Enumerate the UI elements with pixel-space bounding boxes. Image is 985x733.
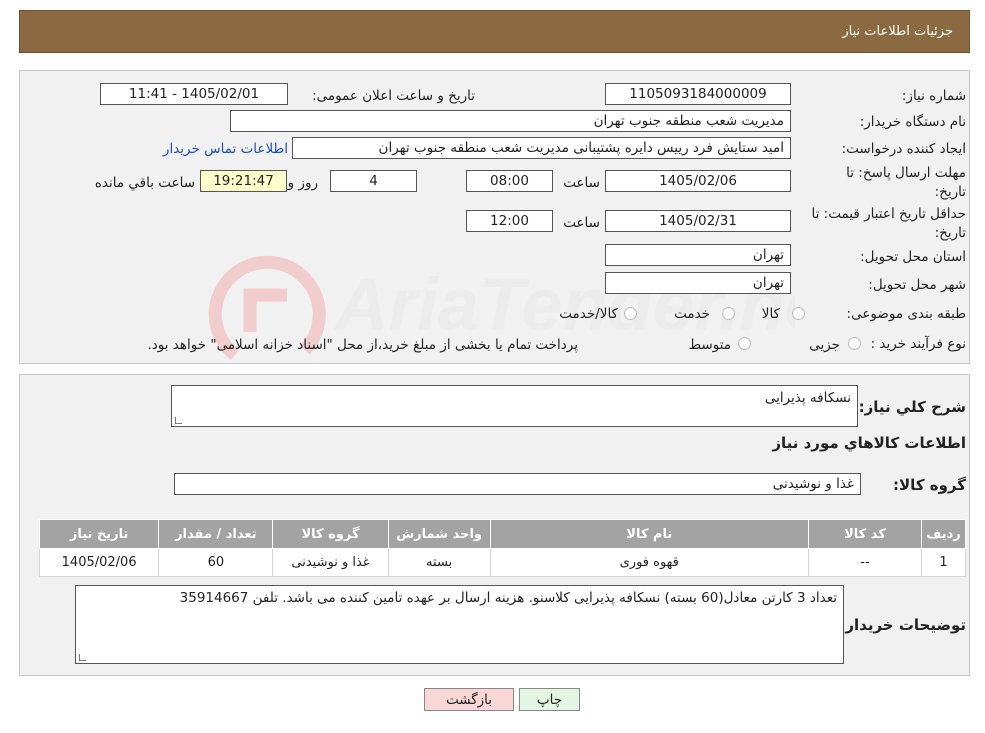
page-title: جزئیات اطلاعات نیاز — [842, 24, 953, 39]
col-header-group: گروه كالا — [272, 519, 389, 549]
reply-time-label: ساعت — [563, 175, 600, 191]
price-validity-label: حداقل تاریخ اعتبار قیمت: تا تاریخ: — [811, 206, 966, 241]
summary-label: شرح كلي نياز: — [858, 398, 966, 416]
validity-time-label: ساعت — [563, 215, 600, 231]
category-option-goods-service: کالا/خدمت — [559, 306, 618, 322]
category-radio-goods-service[interactable] — [624, 307, 637, 320]
process-option-medium: متوسط — [688, 337, 731, 353]
col-header-quantity: تعداد / مقدار — [158, 519, 274, 549]
back-button[interactable]: بازگشت — [424, 688, 514, 711]
category-option-goods: کالا — [761, 306, 780, 322]
category-label: طبقه بندی موضوعی: — [846, 306, 966, 322]
category-radio-service[interactable] — [722, 307, 735, 320]
buyer-org-field: مدیریت شعب منطقه جنوب تهران — [230, 110, 791, 132]
goods-table: رديف كد كالا نام كالا واحد شمارش گروه كا… — [38, 519, 966, 577]
print-button[interactable]: چاپ — [519, 688, 580, 711]
reply-time-field: 08:00 — [466, 170, 553, 192]
reply-deadline-label: مهلت ارسال پاسخ: تا تاریخ: — [846, 165, 966, 200]
requester-field: امید ستایش فرد رییس دایره پشتیبانی مدیری… — [292, 137, 791, 159]
group-label: گروه کالا: — [893, 476, 966, 494]
reply-date-field: 1405/02/06 — [605, 170, 791, 192]
remaining-time-field: 19:21:47 — [200, 170, 287, 192]
table-header-row: رديف كد كالا نام كالا واحد شمارش گروه كا… — [38, 519, 966, 549]
province-label: استان محل تحویل: — [860, 249, 966, 265]
days-field: 4 — [330, 170, 417, 192]
need-number-field: 1105093184000009 — [605, 83, 791, 105]
cell-unit: بسته — [387, 548, 491, 577]
col-header-need-date: تاريخ نياز — [38, 519, 160, 549]
buyer-org-label: نام دستگاه خریدار: — [859, 114, 966, 130]
city-field: تهران — [605, 272, 791, 294]
province-field: تهران — [605, 244, 791, 266]
resize-handle-icon[interactable] — [175, 417, 182, 424]
col-header-unit: واحد شمارش — [387, 519, 491, 549]
process-radio-minor[interactable] — [848, 337, 861, 350]
summary-field[interactable]: نسکافه پذیرایی — [171, 385, 858, 427]
col-header-name: نام كالا — [489, 519, 809, 549]
process-type-label: نوع فرآیند خرید : — [870, 336, 966, 352]
announce-date-field: 1405/02/01 - 11:41 — [100, 83, 288, 105]
category-radio-goods[interactable] — [792, 307, 805, 320]
process-note: پرداخت تمام یا بخشی از مبلغ خرید،از محل … — [147, 337, 578, 353]
process-option-minor: جزیی — [809, 337, 840, 353]
goods-heading: اطلاعات كالاهاي مورد نياز — [772, 434, 966, 452]
requester-label: ایجاد کننده درخواست: — [841, 141, 966, 157]
buyer-contact-link[interactable]: اطلاعات تماس خریدار — [163, 141, 288, 157]
announce-date-label: تاریخ و ساعت اعلان عمومی: — [312, 88, 475, 104]
table-row: 1 -- قهوه فوری بسته غذا و نوشیدنی 60 140… — [38, 548, 966, 577]
buyer-notes-field[interactable]: تعداد 3 کارتن معادل(60 بسته) نسکافه پذیر… — [75, 585, 844, 664]
city-label: شهر محل تحویل: — [868, 277, 966, 293]
process-radio-medium[interactable] — [738, 337, 751, 350]
category-option-service: خدمت — [674, 306, 710, 322]
page-header: جزئیات اطلاعات نیاز — [19, 10, 970, 53]
need-number-label: شماره نیاز: — [901, 88, 966, 104]
buyer-notes-text: تعداد 3 کارتن معادل(60 بسته) نسکافه پذیر… — [179, 590, 837, 606]
validity-time-field: 12:00 — [466, 210, 553, 232]
col-header-code: كد كالا — [807, 519, 923, 549]
col-header-row-number: رديف — [921, 519, 966, 549]
cell-name: قهوه فوری — [489, 548, 809, 577]
buyer-notes-label: توضیحات خریدار: — [839, 616, 966, 634]
cell-quantity: 60 — [158, 548, 274, 577]
resize-handle-icon[interactable] — [79, 654, 86, 661]
cell-row-number: 1 — [921, 548, 966, 577]
cell-need-date: 1405/02/06 — [38, 548, 160, 577]
group-field: غذا و نوشیدنی — [174, 473, 861, 495]
validity-date-field: 1405/02/31 — [605, 210, 791, 232]
cell-code: -- — [807, 548, 923, 577]
summary-text: نسکافه پذیرایی — [764, 390, 851, 406]
days-label: روز و — [287, 175, 318, 191]
cell-group: غذا و نوشیدنی — [272, 548, 389, 577]
remaining-time-label: ساعت باقي مانده — [94, 175, 195, 191]
